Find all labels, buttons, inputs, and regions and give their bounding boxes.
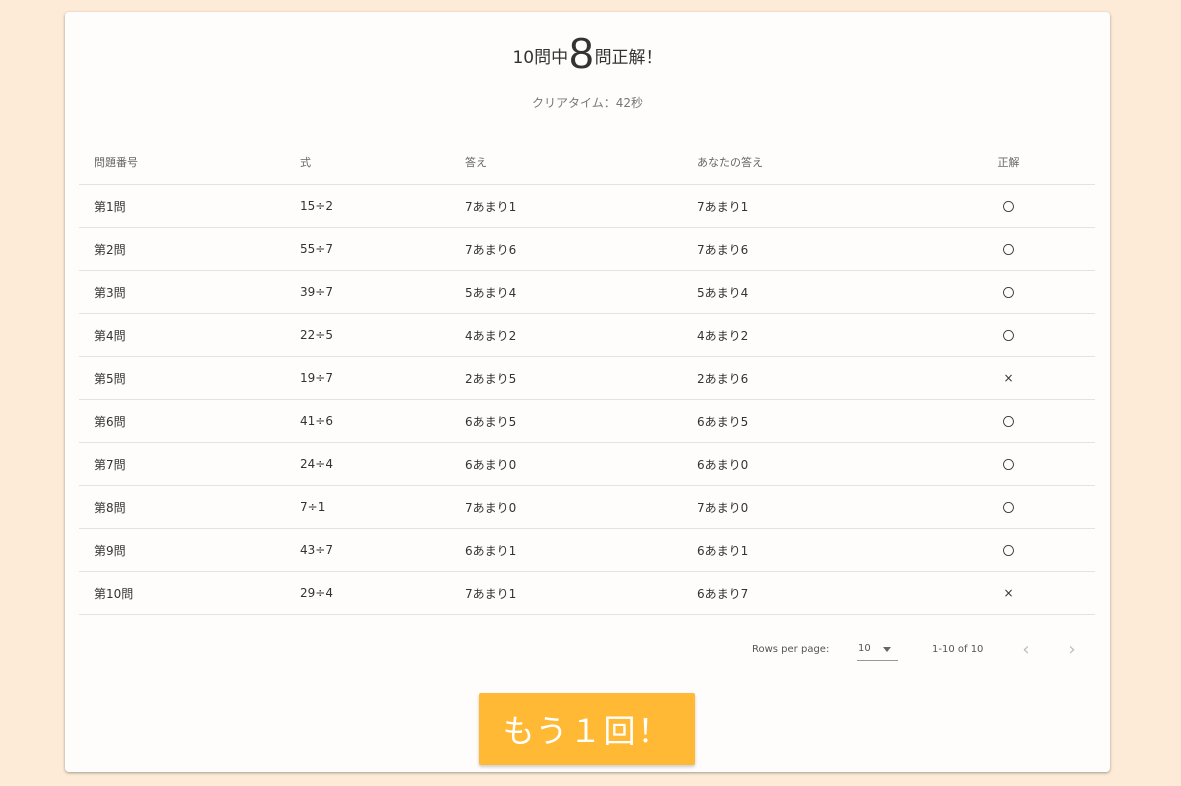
cell-answer: 2あまり5	[450, 356, 682, 400]
header-your-answer: あなたの答え	[682, 140, 922, 185]
cell-your-answer: 6あまり1	[682, 528, 922, 572]
cell-your-answer: 2あまり6	[682, 356, 922, 400]
chevron-right-icon: ›	[1068, 639, 1076, 660]
cell-your-answer: 7あまり6	[682, 227, 922, 271]
previous-page-button[interactable]: ‹	[1013, 638, 1039, 664]
cell-answer: 7あまり6	[450, 227, 682, 271]
header-expression: 式	[285, 140, 450, 185]
rows-per-page-label: Rows per page:	[752, 644, 830, 655]
table-row: 第4問 22÷5 4あまり2 4あまり2 〇	[79, 313, 1095, 357]
table-row: 第10問 29÷4 7あまり1 6あまり7 ×	[79, 571, 1095, 615]
cell-answer: 5あまり4	[450, 270, 682, 314]
table-row: 第6問 41÷6 6あまり5 6あまり5 〇	[79, 399, 1095, 443]
cell-your-answer: 4あまり2	[682, 313, 922, 357]
cell-result-mark: ×	[922, 356, 1095, 400]
cell-expression: 24÷4	[285, 442, 450, 486]
cell-expression: 22÷5	[285, 313, 450, 357]
cell-question-number: 第5問	[79, 356, 285, 400]
cell-question-number: 第6問	[79, 399, 285, 443]
cell-expression: 15÷2	[285, 184, 450, 228]
table-row: 第5問 19÷7 2あまり5 2あまり6 ×	[79, 356, 1095, 400]
cell-question-number: 第10問	[79, 571, 285, 615]
table-row: 第3問 39÷7 5あまり4 5あまり4 〇	[79, 270, 1095, 314]
header-question-number: 問題番号	[79, 140, 285, 185]
page-range: 1-10 of 10	[932, 644, 984, 655]
cell-question-number: 第8問	[79, 485, 285, 529]
cell-result-mark: 〇	[922, 313, 1095, 357]
table-pagination: Rows per page: 10 1-10 of 10 ‹ ›	[65, 630, 1110, 674]
cell-result-mark: 〇	[922, 184, 1095, 228]
table-header-row: 問題番号 式 答え あなたの答え 正解	[79, 140, 1095, 185]
cell-question-number: 第1問	[79, 184, 285, 228]
clear-time: クリアタイム：42秒	[531, 96, 644, 110]
cell-result-mark: ×	[922, 571, 1095, 615]
cell-answer: 7あまり1	[450, 571, 682, 615]
score-prefix: 10問中	[512, 48, 569, 68]
score-heading: 10問中8問正解！	[65, 32, 1110, 78]
table-row: 第7問 24÷4 6あまり0 6あまり0 〇	[79, 442, 1095, 486]
caret-down-icon	[883, 647, 891, 652]
correct-count: 8	[569, 29, 594, 78]
cell-result-mark: 〇	[922, 227, 1095, 271]
table-row: 第2問 55÷7 7あまり6 7あまり6 〇	[79, 227, 1095, 271]
cell-your-answer: 7あまり1	[682, 184, 922, 228]
cell-expression: 7÷1	[285, 485, 450, 529]
table-row: 第8問 7÷1 7あまり0 7あまり0 〇	[79, 485, 1095, 529]
cell-question-number: 第4問	[79, 313, 285, 357]
cell-answer: 6あまり1	[450, 528, 682, 572]
cell-answer: 7あまり1	[450, 184, 682, 228]
table-row: 第9問 43÷7 6あまり1 6あまり1 〇	[79, 528, 1095, 572]
cell-question-number: 第7問	[79, 442, 285, 486]
cell-answer: 6あまり0	[450, 442, 682, 486]
cell-your-answer: 6あまり7	[682, 571, 922, 615]
rows-per-page-value: 10	[858, 643, 871, 654]
cell-question-number: 第3問	[79, 270, 285, 314]
results-card: 10問中8問正解！ クリアタイム：42秒 問題番号 式 答え あなたの答え 正解…	[65, 12, 1110, 772]
cell-your-answer: 5あまり4	[682, 270, 922, 314]
cell-your-answer: 7あまり0	[682, 485, 922, 529]
cell-result-mark: 〇	[922, 270, 1095, 314]
results-table: 問題番号 式 答え あなたの答え 正解 第1問 15÷2 7あまり1 7あまり1…	[79, 140, 1095, 615]
cell-answer: 4あまり2	[450, 313, 682, 357]
retry-button[interactable]: もう１回！	[479, 693, 695, 765]
cell-answer: 6あまり5	[450, 399, 682, 443]
cell-expression: 29÷4	[285, 571, 450, 615]
cell-expression: 39÷7	[285, 270, 450, 314]
cell-result-mark: 〇	[922, 399, 1095, 443]
score-suffix: 問正解！	[594, 48, 663, 68]
table-row: 第1問 15÷2 7あまり1 7あまり1 〇	[79, 184, 1095, 228]
cell-expression: 41÷6	[285, 399, 450, 443]
cell-result-mark: 〇	[922, 485, 1095, 529]
rows-per-page-select[interactable]: 10	[857, 638, 898, 661]
chevron-left-icon: ‹	[1022, 639, 1030, 660]
cell-result-mark: 〇	[922, 528, 1095, 572]
cell-question-number: 第2問	[79, 227, 285, 271]
cell-answer: 7あまり0	[450, 485, 682, 529]
cell-expression: 43÷7	[285, 528, 450, 572]
cell-your-answer: 6あまり0	[682, 442, 922, 486]
next-page-button[interactable]: ›	[1059, 638, 1085, 664]
cell-expression: 55÷7	[285, 227, 450, 271]
cell-result-mark: 〇	[922, 442, 1095, 486]
cell-your-answer: 6あまり5	[682, 399, 922, 443]
cell-question-number: 第9問	[79, 528, 285, 572]
header-correct: 正解	[922, 140, 1095, 185]
cell-expression: 19÷7	[285, 356, 450, 400]
header-answer: 答え	[450, 140, 682, 185]
